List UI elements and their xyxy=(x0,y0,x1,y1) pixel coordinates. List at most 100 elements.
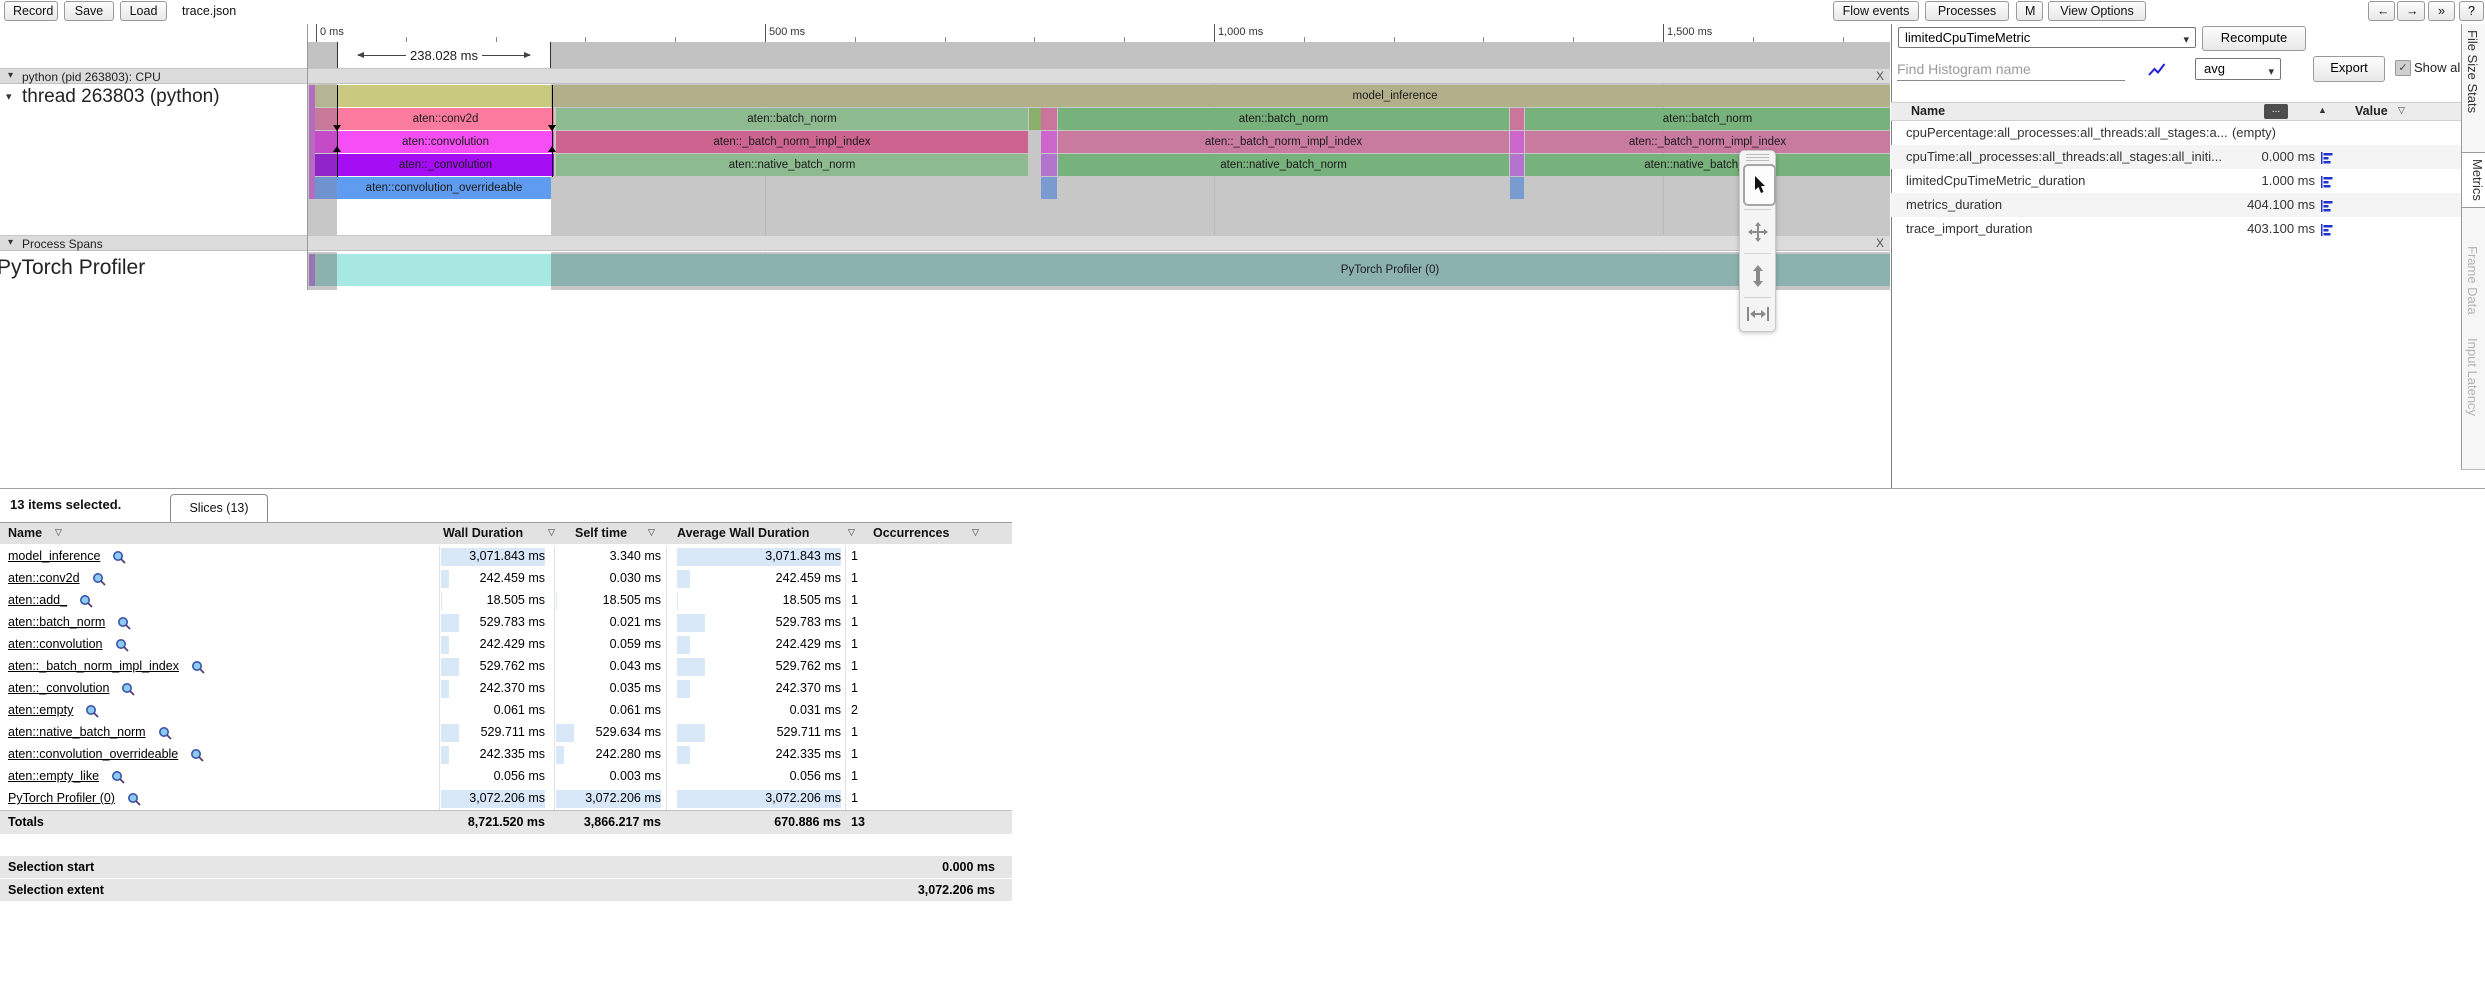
slice-name-link[interactable]: aten::empty_like xyxy=(8,769,99,783)
metrics-value-column-header[interactable]: Value xyxy=(2355,104,2388,118)
processes-button[interactable]: Processes xyxy=(1925,1,2009,21)
metric-select[interactable]: limitedCpuTimeMetric ▾ xyxy=(1898,27,2196,48)
metrics-row[interactable]: limitedCpuTimeMetric_duration1.000 ms xyxy=(1891,169,2461,193)
table-row[interactable]: aten::convolution242.429 ms0.059 ms242.4… xyxy=(0,634,1012,656)
slice-profiler-dim[interactable] xyxy=(315,254,337,286)
slice-native-batch-norm[interactable]: aten::native_batch_norm xyxy=(1058,154,1509,176)
thread-collapse-caret-icon[interactable]: ▾ xyxy=(6,90,12,103)
magnifier-icon[interactable] xyxy=(127,792,141,806)
slice-native-batch-norm[interactable]: aten::native_batch_norm xyxy=(556,154,1028,176)
interest-range-box[interactable]: 238.028 ms xyxy=(337,42,551,68)
more-options-button[interactable]: ... xyxy=(2264,104,2288,119)
slice-model-inference-dim[interactable] xyxy=(315,85,337,107)
table-row[interactable]: aten::native_batch_norm529.711 ms529.634… xyxy=(0,722,1012,744)
export-button[interactable]: Export xyxy=(2313,56,2385,82)
table-row[interactable]: aten::_batch_norm_impl_index529.762 ms0.… xyxy=(0,656,1012,678)
metrics-row[interactable]: trace_import_duration403.100 ms xyxy=(1891,217,2461,241)
slice-name-link[interactable]: aten::_convolution xyxy=(8,681,109,695)
table-row[interactable]: aten::add_18.505 ms18.505 ms18.505 ms1 xyxy=(0,590,1012,612)
slice-model-inference-dim[interactable] xyxy=(551,85,1890,107)
slice-model-inference[interactable] xyxy=(337,85,551,107)
slice-name-link[interactable]: PyTorch Profiler (0) xyxy=(8,791,115,805)
histogram-icon[interactable] xyxy=(2320,176,2334,188)
slice-name-link[interactable]: aten::convolution xyxy=(8,637,103,651)
tab-metrics[interactable]: Metrics xyxy=(2462,152,2485,208)
drag-handle-icon[interactable] xyxy=(1746,154,1769,162)
slice-strip[interactable] xyxy=(1041,154,1057,176)
histogram-icon[interactable] xyxy=(2320,152,2334,164)
slice-name-link[interactable]: aten::native_batch_norm xyxy=(8,725,146,739)
zoom-mode-button[interactable] xyxy=(1743,257,1772,295)
save-button[interactable]: Save xyxy=(64,1,114,21)
flow-events-button[interactable]: Flow events xyxy=(1833,1,1919,21)
slice-convolution-overrideable-dim[interactable] xyxy=(315,177,337,199)
magnifier-icon[interactable] xyxy=(111,770,125,784)
recompute-button[interactable]: Recompute xyxy=(2202,26,2306,51)
magnifier-icon[interactable] xyxy=(112,550,126,564)
collapse-caret-icon[interactable]: ▾ xyxy=(8,70,13,81)
slice-batch-norm-impl-index[interactable]: aten::_batch_norm_impl_index xyxy=(556,131,1028,153)
slice-name-link[interactable]: aten::add_ xyxy=(8,593,67,607)
table-row[interactable]: aten::empty_like0.056 ms0.003 ms0.056 ms… xyxy=(0,766,1012,788)
table-row[interactable]: model_inference3,071.843 ms3.340 ms3,071… xyxy=(0,546,1012,568)
collapse-caret-icon[interactable]: ▾ xyxy=(8,237,13,248)
table-row[interactable]: aten::batch_norm529.783 ms0.021 ms529.78… xyxy=(0,612,1012,634)
tab-frame-data[interactable]: Frame Data xyxy=(2465,246,2480,315)
close-track-icon[interactable]: X xyxy=(1872,69,1888,84)
slice-batch-norm-impl-index[interactable]: aten::_batch_norm_impl_index xyxy=(1058,131,1509,153)
metrics-button[interactable]: M xyxy=(2016,1,2043,21)
column-header-average-wall-duration[interactable]: Average Wall Duration xyxy=(677,526,809,540)
magnifier-icon[interactable] xyxy=(158,726,172,740)
slice-underscore-convolution-dim[interactable] xyxy=(315,154,337,176)
table-row[interactable]: aten::convolution_overrideable242.335 ms… xyxy=(0,744,1012,766)
magnifier-icon[interactable] xyxy=(190,748,204,762)
column-header-name[interactable]: Name xyxy=(8,526,42,540)
slice-native-batch-norm[interactable]: aten::native_batch_norm xyxy=(1525,154,1890,176)
table-row[interactable]: aten::empty0.061 ms0.061 ms0.031 ms2 xyxy=(0,700,1012,722)
view-options-button[interactable]: View Options xyxy=(2048,1,2146,21)
slice-batch-norm[interactable]: aten::batch_norm xyxy=(556,108,1028,130)
process-spans-header[interactable]: ▾ Process Spans X xyxy=(0,235,1890,251)
slice-strip[interactable] xyxy=(1041,131,1057,153)
tab-file-size-stats[interactable]: File Size Stats xyxy=(2465,30,2480,113)
close-track-icon[interactable]: X xyxy=(1872,236,1888,251)
slice-name-link[interactable]: aten::empty xyxy=(8,703,73,717)
slice-conv2d[interactable]: aten::conv2d xyxy=(337,108,554,130)
selection-mode-button[interactable] xyxy=(1743,164,1776,206)
column-header-self-time[interactable]: Self time xyxy=(575,526,627,540)
magnifier-icon[interactable] xyxy=(92,572,106,586)
nav-back-button[interactable]: ← xyxy=(2368,1,2395,21)
magnifier-icon[interactable] xyxy=(79,594,93,608)
slice-convolution-overrideable[interactable]: aten::convolution_overrideable xyxy=(337,177,551,199)
show-all-checkbox[interactable]: ✓ xyxy=(2395,60,2411,76)
slice-name-link[interactable]: aten::_batch_norm_impl_index xyxy=(8,659,179,673)
sort-descending-icon[interactable]: ▽ xyxy=(2398,105,2405,116)
slice-add[interactable] xyxy=(1029,108,1041,130)
slice-strip[interactable] xyxy=(1041,108,1057,130)
aggregation-select[interactable]: avg ▾ xyxy=(2195,58,2281,80)
slice-strip[interactable] xyxy=(1510,154,1524,176)
slice-underscore-convolution[interactable]: aten::_convolution xyxy=(337,154,554,176)
magnifier-icon[interactable] xyxy=(121,682,135,696)
slice-convolution[interactable]: aten::convolution xyxy=(337,131,554,153)
slice-batch-norm[interactable]: aten::batch_norm xyxy=(1058,108,1509,130)
record-button[interactable]: Record xyxy=(4,1,58,21)
pan-mode-button[interactable] xyxy=(1743,213,1772,251)
slice-profiler-dim[interactable] xyxy=(551,254,1890,286)
sort-icon[interactable]: ▽ xyxy=(55,527,62,538)
slice-batch-norm[interactable]: aten::batch_norm xyxy=(1525,108,1890,130)
slice-profiler[interactable] xyxy=(337,254,551,286)
slice-strip[interactable] xyxy=(1510,177,1524,199)
table-row[interactable]: aten::_convolution242.370 ms0.035 ms242.… xyxy=(0,678,1012,700)
sort-ascending-icon[interactable]: ▲ xyxy=(2318,105,2327,115)
slice-name-link[interactable]: aten::batch_norm xyxy=(8,615,105,629)
load-button[interactable]: Load xyxy=(120,1,167,21)
help-button[interactable]: ? xyxy=(2459,1,2484,21)
column-header-wall-duration[interactable]: Wall Duration xyxy=(443,526,523,540)
metrics-row[interactable]: metrics_duration404.100 ms xyxy=(1891,193,2461,217)
chart-line-icon[interactable] xyxy=(2148,62,2166,77)
panel-divider[interactable] xyxy=(0,488,2485,489)
slice-name-link[interactable]: model_inference xyxy=(8,549,100,563)
sort-icon[interactable]: ▽ xyxy=(548,527,555,538)
slice-strip[interactable] xyxy=(1510,131,1524,153)
